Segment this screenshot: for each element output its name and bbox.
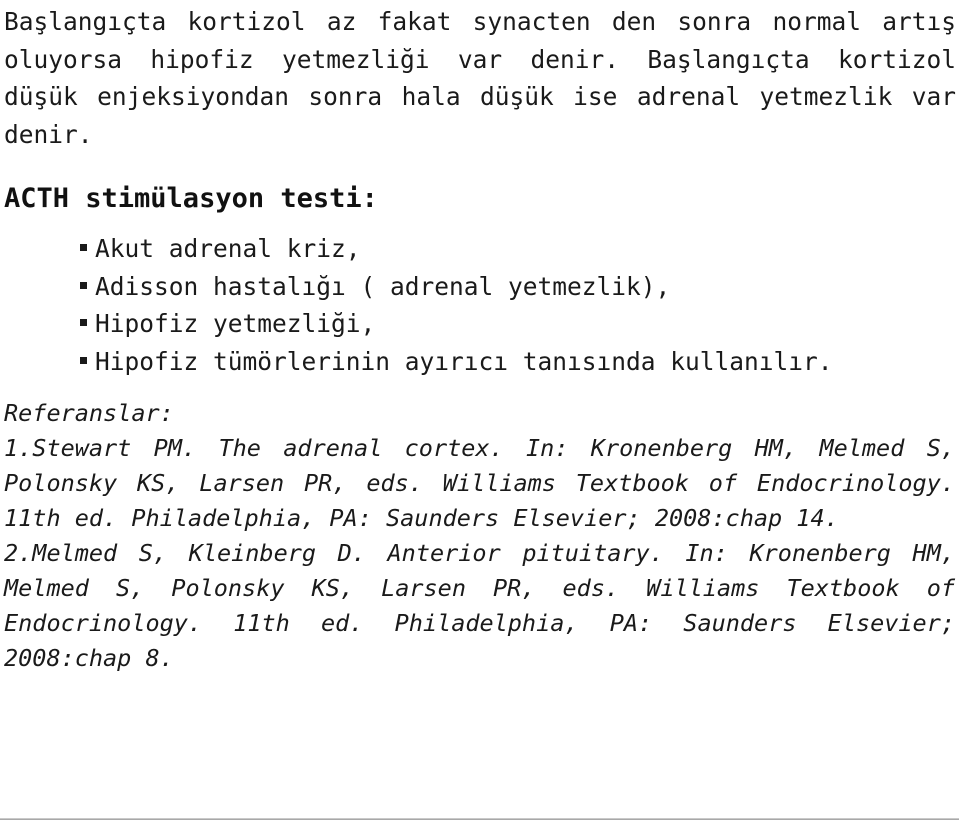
indication-bullet-list: Akut adrenal kriz, Adisson hastalığı ( a… (4, 216, 956, 380)
list-item: Hipofiz yetmezliği, (80, 305, 956, 343)
document-page: Başlangıçta kortizol az fakat synacten d… (0, 0, 959, 827)
references-title: Referanslar: (4, 399, 174, 427)
list-item: Adisson hastalığı ( adrenal yetmezlik), (80, 268, 956, 306)
list-item-label: Hipofiz tümörlerinin ayırıcı tanısında k… (95, 346, 833, 376)
bottom-divider (0, 818, 959, 820)
reference-item-2: 2.Melmed S, Kleinberg D. Anterior pituit… (4, 539, 955, 672)
references-section: Referanslar: 1.Stewart PM. The adrenal c… (4, 380, 956, 676)
square-bullet-icon (80, 281, 87, 289)
list-item: Hipofiz tümörlerinin ayırıcı tanısında k… (80, 343, 956, 381)
square-bullet-icon (80, 356, 87, 364)
reference-item-1: 1.Stewart PM. The adrenal cortex. In: Kr… (4, 434, 955, 532)
section-heading-acth-stimulation-test: ACTH stimülasyon testi: (4, 183, 378, 214)
square-bullet-icon (80, 244, 87, 251)
list-item-label: Hipofiz yetmezliği, (95, 309, 376, 338)
intro-paragraph: Başlangıçta kortizol az fakat synacten d… (4, 7, 956, 149)
list-item-label: Adisson hastalığı ( adrenal yetmezlik), (95, 271, 671, 301)
square-bullet-icon (80, 319, 87, 326)
document-content: Başlangıçta kortizol az fakat synacten d… (4, 0, 956, 676)
list-item-label: Akut adrenal kriz, (95, 234, 361, 263)
list-item: Akut adrenal kriz, (80, 230, 956, 268)
